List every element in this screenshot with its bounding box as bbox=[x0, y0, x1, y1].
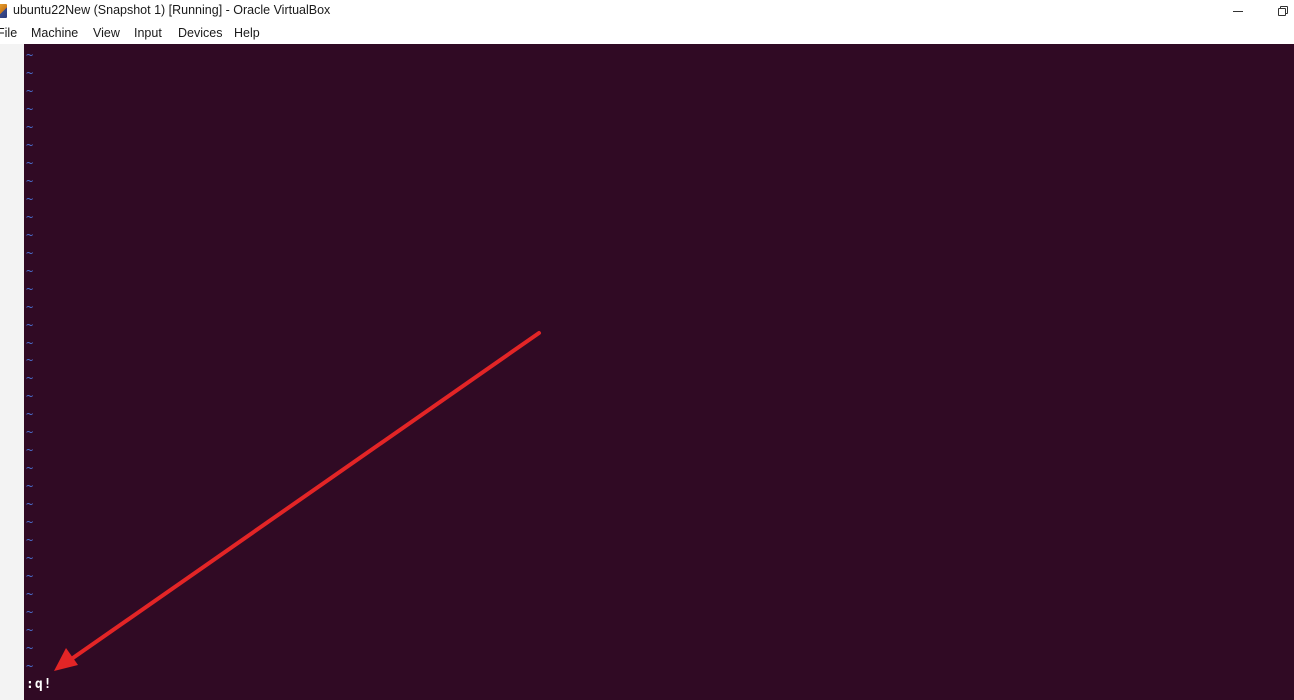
restore-button[interactable] bbox=[1263, 0, 1294, 22]
restore-icon bbox=[1278, 6, 1288, 16]
menu-input[interactable]: Input bbox=[134, 26, 162, 40]
vim-tilde: ~ bbox=[26, 263, 34, 278]
menu-help[interactable]: Help bbox=[234, 26, 260, 40]
vim-tilde: ~ bbox=[26, 83, 34, 98]
vim-tilde: ~ bbox=[26, 551, 34, 566]
vim-tilde: ~ bbox=[26, 48, 34, 62]
menu-view[interactable]: View bbox=[93, 26, 120, 40]
vim-tilde: ~ bbox=[26, 191, 34, 206]
vim-tilde: ~ bbox=[26, 281, 34, 296]
vim-tilde: ~ bbox=[26, 533, 34, 548]
title-bar[interactable]: ubuntu22New (Snapshot 1) [Running] - Ora… bbox=[0, 0, 1294, 22]
vim-tilde: ~ bbox=[26, 587, 34, 602]
vim-tilde: ~ bbox=[26, 443, 34, 458]
vim-tilde: ~ bbox=[26, 407, 34, 422]
window-title: ubuntu22New (Snapshot 1) [Running] - Ora… bbox=[13, 3, 331, 17]
vim-tilde: ~ bbox=[26, 245, 34, 260]
vim-tilde: ~ bbox=[26, 640, 34, 655]
minimize-button[interactable] bbox=[1218, 0, 1258, 22]
vim-command-line[interactable]: :q! bbox=[26, 677, 52, 692]
vim-tilde: ~ bbox=[26, 353, 34, 368]
vim-empty-lines: ~ ~ ~ ~ ~ ~ ~ ~ ~ ~ ~ ~ ~ ~ ~ ~ ~ ~ ~ ~ ~ ~ ~ ~ ~ ~ ~ ~ ~ ~ ~ ~ ~ ~ ~ bbox=[26, 47, 33, 676]
vim-tilde: ~ bbox=[26, 371, 34, 386]
vim-tilde: ~ bbox=[26, 299, 34, 314]
virtualbox-icon bbox=[0, 4, 7, 18]
vim-tilde: ~ bbox=[26, 335, 34, 350]
vim-tilde: ~ bbox=[26, 623, 34, 637]
vim-tilde: ~ bbox=[26, 227, 34, 242]
vim-tilde: ~ bbox=[26, 65, 34, 80]
vim-tilde: ~ bbox=[26, 461, 34, 476]
vim-tilde: ~ bbox=[26, 569, 34, 584]
vim-tilde: ~ bbox=[26, 515, 34, 530]
vim-tilde: ~ bbox=[26, 425, 34, 440]
vim-tilde: ~ bbox=[26, 209, 34, 224]
menu-devices[interactable]: Devices bbox=[178, 26, 222, 40]
vim-tilde: ~ bbox=[26, 317, 34, 332]
vim-tilde: ~ bbox=[26, 479, 34, 494]
vim-tilde: ~ bbox=[26, 497, 34, 512]
vim-tilde: ~ bbox=[26, 173, 34, 188]
vim-tilde: ~ bbox=[26, 605, 34, 620]
vim-tilde: ~ bbox=[26, 389, 34, 404]
vim-tilde: ~ bbox=[26, 101, 34, 116]
vim-tilde: ~ bbox=[26, 137, 34, 152]
vim-tilde: ~ bbox=[26, 119, 34, 134]
minimize-icon bbox=[1233, 10, 1243, 12]
menu-bar: File Machine View Input Devices Help bbox=[0, 22, 1294, 44]
menu-machine[interactable]: Machine bbox=[31, 26, 78, 40]
virtualbox-window: ubuntu22New (Snapshot 1) [Running] - Ora… bbox=[0, 0, 1294, 700]
vim-tilde: ~ bbox=[26, 155, 34, 170]
side-strip bbox=[0, 44, 24, 700]
menu-file[interactable]: File bbox=[0, 26, 17, 40]
vm-display[interactable]: ~ ~ ~ ~ ~ ~ ~ ~ ~ ~ ~ ~ ~ ~ ~ ~ ~ ~ ~ ~ ~ ~ ~ ~ ~ ~ ~ ~ ~ ~ ~ ~ ~ ~ ~ :q! bbox=[24, 44, 1294, 700]
vim-tilde: ~ bbox=[26, 658, 34, 673]
